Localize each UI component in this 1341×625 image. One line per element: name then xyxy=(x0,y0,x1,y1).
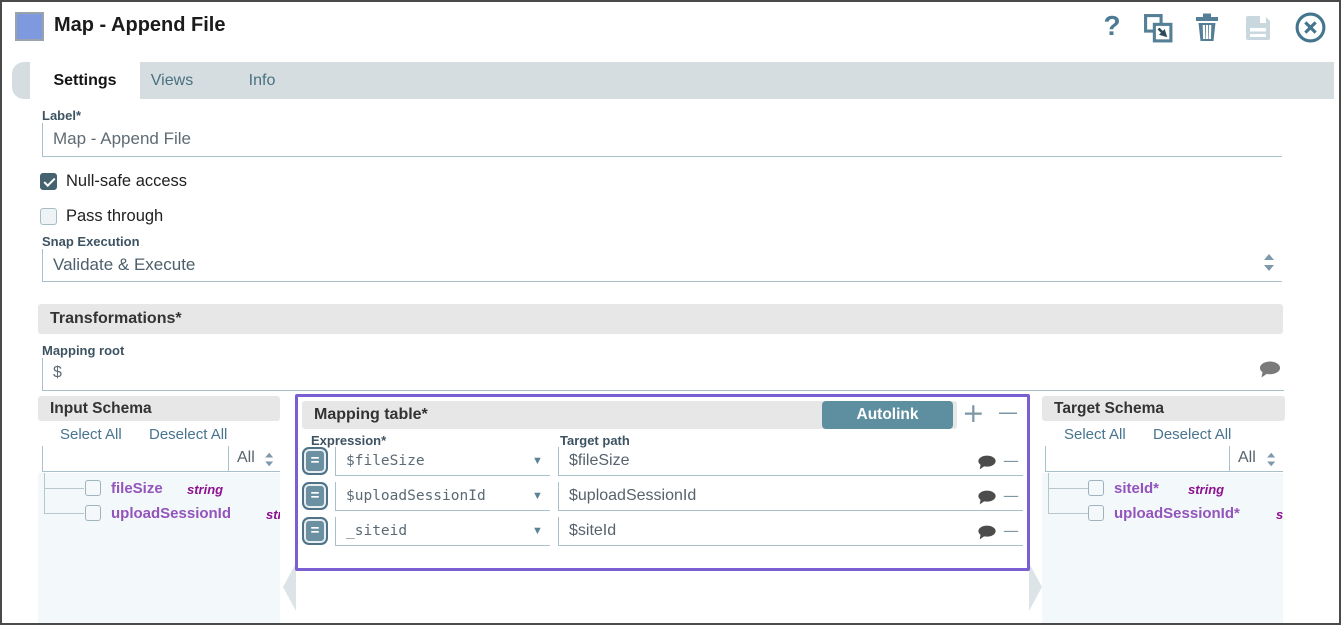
collapse-input-schema-chevron[interactable] xyxy=(283,563,296,611)
label-field-label: Label* xyxy=(42,108,81,123)
input-schema-deselect-all-link[interactable]: Deselect All xyxy=(149,426,227,443)
expression-field[interactable]: $uploadSessionId xyxy=(335,482,550,511)
input-schema-select-all-link[interactable]: Select All xyxy=(60,426,122,443)
snap-settings-dialog: Map - Append File ? Settings Views Info … xyxy=(0,0,1341,625)
tree-connector xyxy=(44,473,45,513)
row-delete-icon[interactable]: — xyxy=(1003,451,1019,470)
mapping-root-field[interactable]: $ xyxy=(42,358,1284,391)
row-delete-icon[interactable]: — xyxy=(1003,486,1019,505)
target-schema-select-all-link[interactable]: Select All xyxy=(1064,426,1126,443)
tab-info[interactable]: Info xyxy=(230,62,294,99)
snap-execution-spinner-icon[interactable] xyxy=(1264,254,1276,271)
help-icon[interactable]: ? xyxy=(1099,10,1125,42)
label-field[interactable]: Map - Append File xyxy=(42,123,1282,157)
expression-dropdown-caret-icon[interactable]: ▼ xyxy=(532,490,543,502)
target-schema-header: Target Schema xyxy=(1042,396,1285,421)
dialog-title: Map - Append File xyxy=(54,14,225,37)
collapse-target-schema-chevron[interactable] xyxy=(1029,563,1042,611)
input-schema-item-name[interactable]: uploadSessionId xyxy=(111,505,231,522)
target-schema-item-name[interactable]: uploadSessionId* xyxy=(1114,505,1240,522)
expression-toggle-button[interactable]: = xyxy=(302,447,328,475)
autolink-button[interactable]: Autolink xyxy=(822,401,953,429)
input-schema-header: Input Schema xyxy=(38,396,280,421)
target-schema-filter-input[interactable] xyxy=(1045,446,1229,472)
expression-toggle-button[interactable]: = xyxy=(302,482,328,510)
target-schema-tree: siteId* string uploadSessionId* string xyxy=(1042,473,1283,623)
tree-connector xyxy=(1048,513,1088,514)
target-schema-item-checkbox[interactable] xyxy=(1088,480,1104,496)
target-path-field[interactable]: $fileSize xyxy=(558,447,1023,476)
expression-dropdown-caret-icon[interactable]: ▼ xyxy=(532,455,543,467)
snap-execution-select[interactable]: Validate & Execute xyxy=(42,249,1282,282)
input-schema-item-checkbox[interactable] xyxy=(85,480,101,496)
input-schema-filter-input[interactable] xyxy=(42,446,228,472)
tree-connector xyxy=(1048,488,1088,489)
tab-views[interactable]: Views xyxy=(140,62,204,99)
target-schema-item-type: string xyxy=(1188,482,1224,497)
input-schema-tree: fileSize string uploadSessionId string xyxy=(38,473,280,623)
target-path-field[interactable]: $siteId xyxy=(558,517,1023,546)
pass-through-checkbox[interactable] xyxy=(40,208,57,225)
expression-dropdown-caret-icon[interactable]: ▼ xyxy=(532,525,543,537)
input-schema-filter-spinner-icon[interactable] xyxy=(265,453,275,467)
mapping-row: = $uploadSessionId ▼ $uploadSessionId — xyxy=(298,482,1027,512)
expression-field[interactable]: $fileSize xyxy=(335,447,550,476)
target-schema-filter-scope-value: All xyxy=(1238,449,1256,466)
null-safe-access-checkbox[interactable] xyxy=(40,173,57,190)
input-schema-item-name[interactable]: fileSize xyxy=(111,480,163,497)
transformations-section-header: Transformations* xyxy=(38,304,1283,334)
export-snap-icon[interactable] xyxy=(1143,13,1174,44)
mapping-root-comment-icon[interactable] xyxy=(1258,361,1282,378)
null-safe-access-label: Null-safe access xyxy=(66,172,187,191)
mapping-row: = _siteid ▼ $siteId — xyxy=(298,517,1027,547)
input-schema-item-type: string xyxy=(266,507,280,522)
tree-connector xyxy=(1048,473,1049,513)
save-icon[interactable] xyxy=(1243,13,1273,43)
add-row-button[interactable]: + xyxy=(962,398,985,429)
target-schema-filter-spinner-icon[interactable] xyxy=(1267,453,1277,467)
expression-toggle-button[interactable]: = xyxy=(302,517,328,545)
row-delete-icon[interactable]: — xyxy=(1003,521,1019,540)
close-icon[interactable] xyxy=(1294,11,1327,44)
mapping-table-panel: Mapping table* Autolink + — Expression* … xyxy=(295,394,1030,571)
tree-connector xyxy=(44,488,84,489)
target-path-field[interactable]: $uploadSessionId xyxy=(558,482,1023,511)
expression-column-header: Expression* xyxy=(311,433,386,448)
target-schema-item-name[interactable]: siteId* xyxy=(1114,480,1159,497)
input-schema-item-checkbox[interactable] xyxy=(85,505,101,521)
input-schema-filter-scope-value: All xyxy=(237,449,255,466)
mapping-row: = $fileSize ▼ $fileSize — xyxy=(298,447,1027,477)
tab-bar: Settings Views Info xyxy=(12,62,1334,99)
target-schema-deselect-all-link[interactable]: Deselect All xyxy=(1153,426,1231,443)
row-comment-icon[interactable] xyxy=(977,525,997,540)
tree-connector xyxy=(44,513,84,514)
target-schema-item-checkbox[interactable] xyxy=(1088,505,1104,521)
input-schema-item-type: string xyxy=(187,482,223,497)
mapping-table-title: Mapping table* xyxy=(302,406,428,423)
input-schema-title: Input Schema xyxy=(38,400,152,417)
row-comment-icon[interactable] xyxy=(977,455,997,470)
tab-settings[interactable]: Settings xyxy=(30,62,140,99)
target-schema-title: Target Schema xyxy=(1042,400,1164,417)
snap-icon xyxy=(15,12,44,41)
delete-snap-icon[interactable] xyxy=(1193,12,1221,43)
transformations-title: Transformations* xyxy=(38,310,182,327)
row-comment-icon[interactable] xyxy=(977,490,997,505)
mapping-root-label: Mapping root xyxy=(42,343,124,358)
pass-through-label: Pass through xyxy=(66,207,163,226)
snap-execution-label: Snap Execution xyxy=(42,234,140,249)
target-schema-item-type: string xyxy=(1276,507,1283,522)
target-path-column-header: Target path xyxy=(560,433,630,448)
remove-row-button[interactable]: — xyxy=(998,400,1018,424)
expression-field[interactable]: _siteid xyxy=(335,517,550,546)
